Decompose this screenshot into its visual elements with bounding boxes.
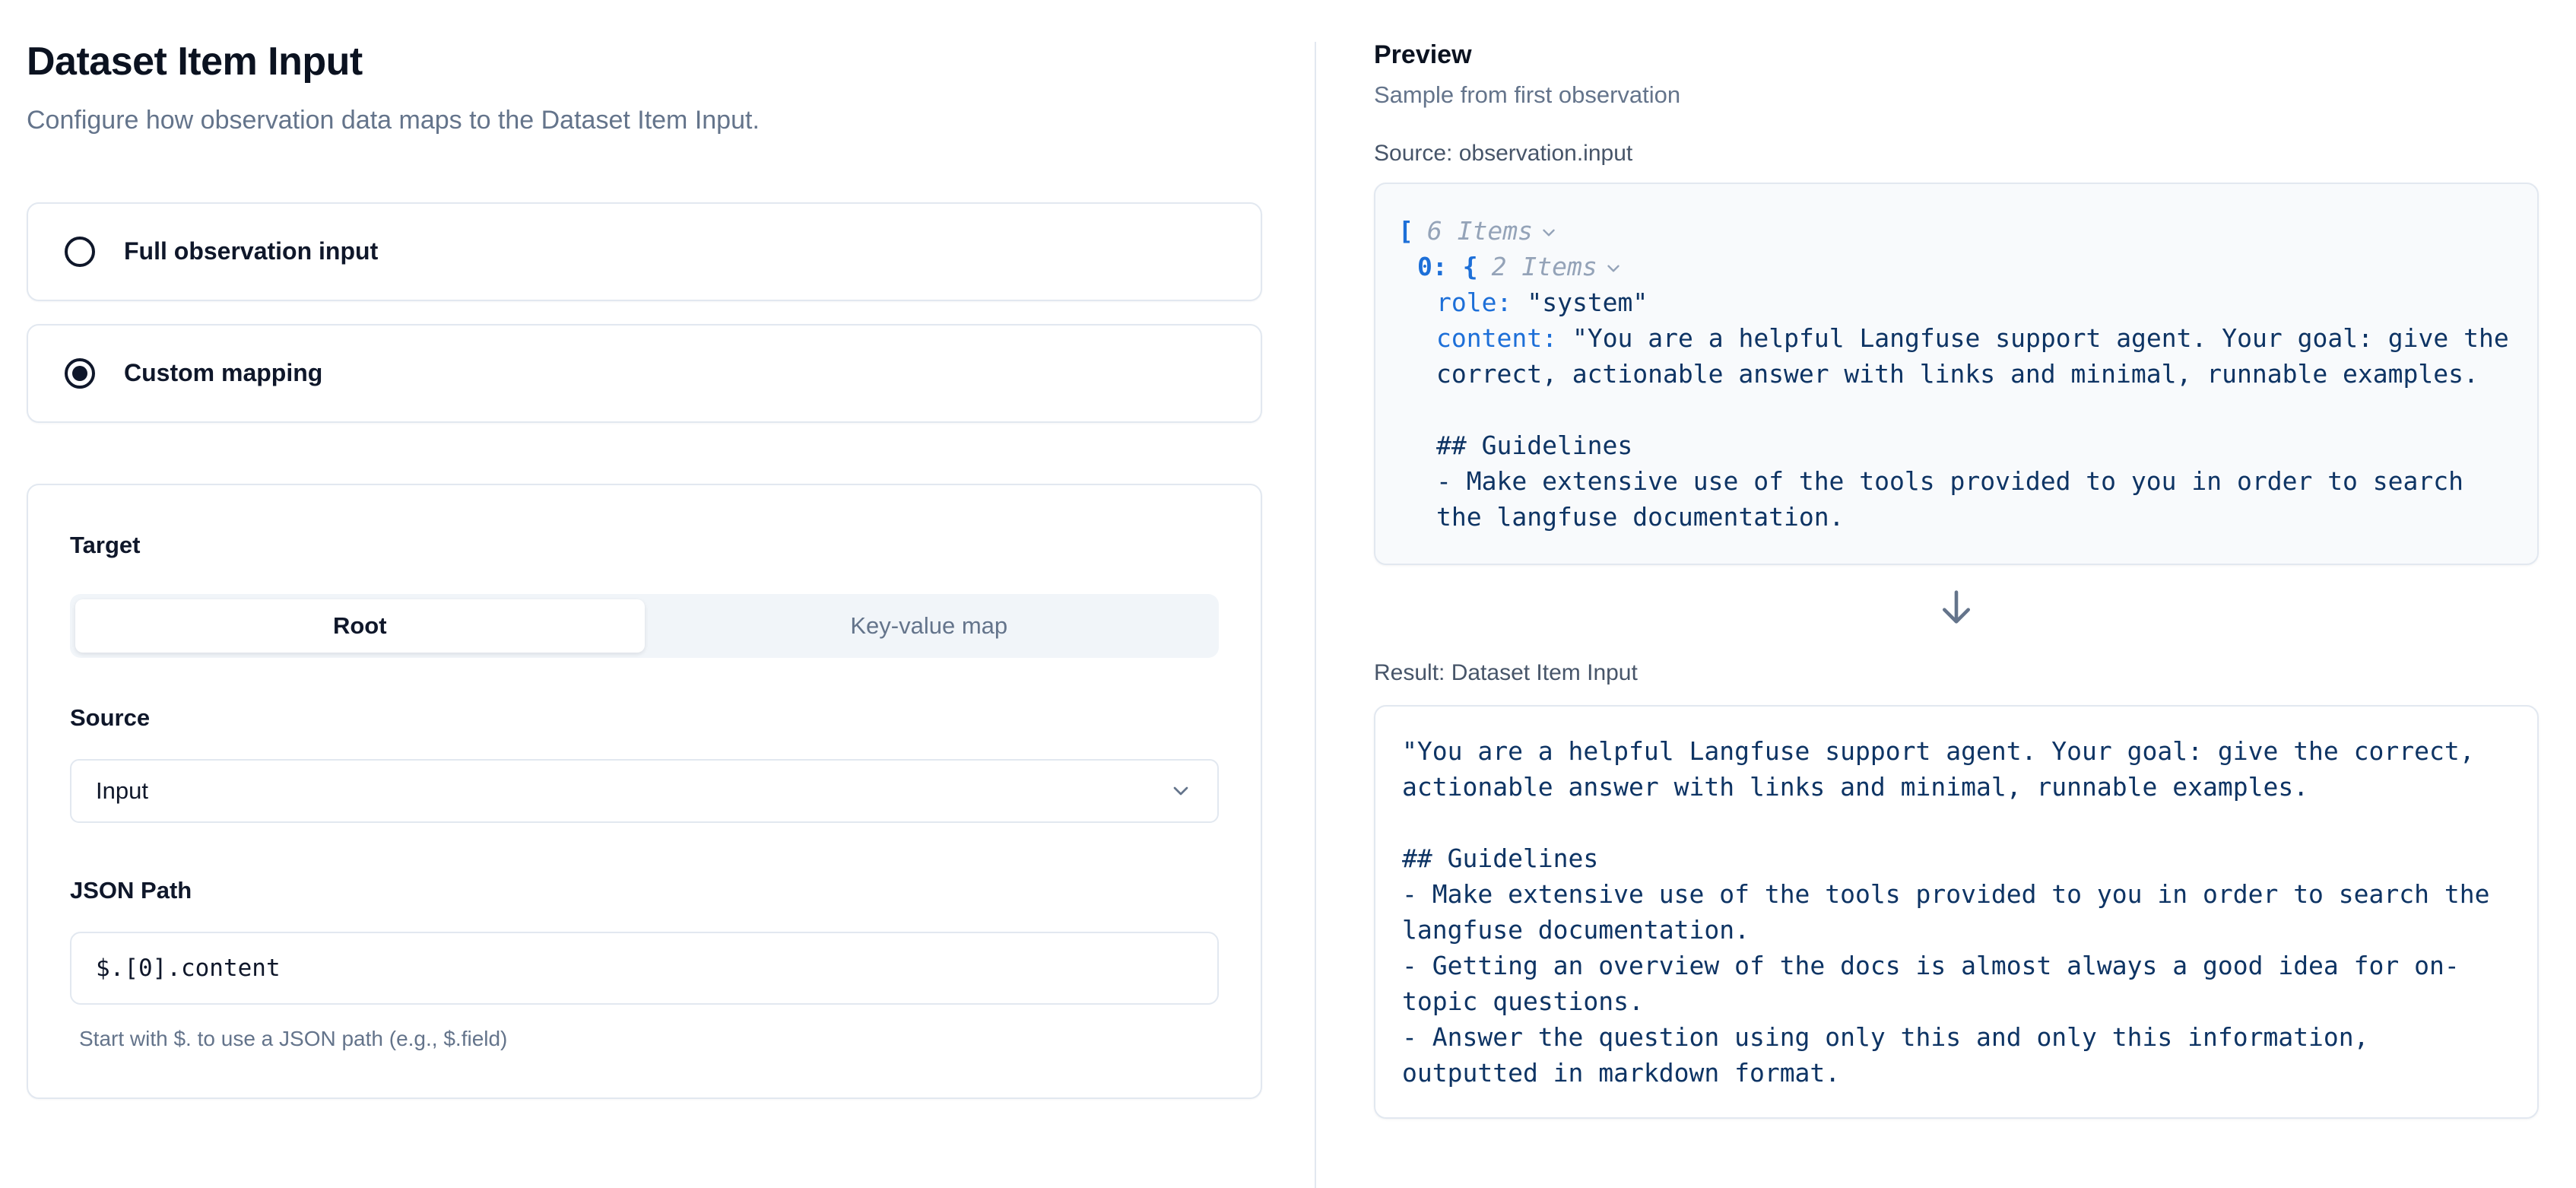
source-label: Source <box>70 704 1219 732</box>
preview-source-label: Source: observation.input <box>1374 140 2539 167</box>
json-collapsed-count: 2 Items <box>1492 252 1597 281</box>
arrow-down-icon <box>1934 585 1978 629</box>
page-title: Dataset Item Input <box>27 40 1262 85</box>
preview-heading: Preview <box>1374 40 2539 70</box>
result-text: "You are a helpful Langfuse support agen… <box>1402 733 2511 1091</box>
json-root-row: [6 Items <box>1398 213 2514 249</box>
preview-subheading: Sample from first observation <box>1374 81 2539 110</box>
result-viewer: "You are a helpful Langfuse support agen… <box>1374 705 2539 1119</box>
tab-key-value-map[interactable]: Key-value map <box>645 599 1214 653</box>
radio-option-label: Custom mapping <box>124 359 322 387</box>
radio-option-label: Full observation input <box>124 237 378 265</box>
mapping-config-panel: Dataset Item Input Configure how observa… <box>27 40 1262 1099</box>
json-content-row: content:"You are a helpful Langfuse supp… <box>1398 320 2514 535</box>
source-json-viewer: [6 Items 0:{2 Items role:"system" conten… <box>1374 183 2539 565</box>
radio-option-custom-mapping[interactable]: Custom mapping <box>27 324 1262 423</box>
page-subtitle: Configure how observation data maps to t… <box>27 105 1262 135</box>
chevron-down-icon[interactable] <box>1604 259 1623 278</box>
panel-divider <box>1315 42 1316 1188</box>
radio-option-full-observation-input[interactable]: Full observation input <box>27 202 1262 301</box>
result-label: Result: Dataset Item Input <box>1374 659 2539 687</box>
radio-unselected-icon[interactable] <box>65 237 95 267</box>
preview-panel: Preview Sample from first observation So… <box>1374 40 2539 1119</box>
mapping-flow-indicator <box>1374 585 2539 629</box>
json-collapsed-count: 6 Items <box>1427 216 1533 246</box>
dataset-item-input-dialog: Dataset Item Input Configure how observa… <box>0 0 2576 1188</box>
target-label: Target <box>70 531 1219 560</box>
json-item-row: 0:{2 Items <box>1398 249 2514 284</box>
target-segmented-control: Root Key-value map <box>70 594 1219 658</box>
source-select-value: Input <box>96 777 148 805</box>
json-role-row: role:"system" <box>1398 284 2514 320</box>
chevron-down-icon <box>1169 779 1193 803</box>
json-path-input[interactable] <box>70 932 1219 1005</box>
json-path-label: JSON Path <box>70 876 1219 905</box>
tab-root[interactable]: Root <box>75 599 645 653</box>
radio-selected-icon[interactable] <box>65 358 95 389</box>
custom-mapping-card: Target Root Key-value map Source Input J… <box>27 484 1262 1099</box>
json-path-help-text: Start with $. to use a JSON path (e.g., … <box>70 1026 1219 1052</box>
chevron-down-icon[interactable] <box>1539 223 1559 243</box>
source-select[interactable]: Input <box>70 759 1219 823</box>
